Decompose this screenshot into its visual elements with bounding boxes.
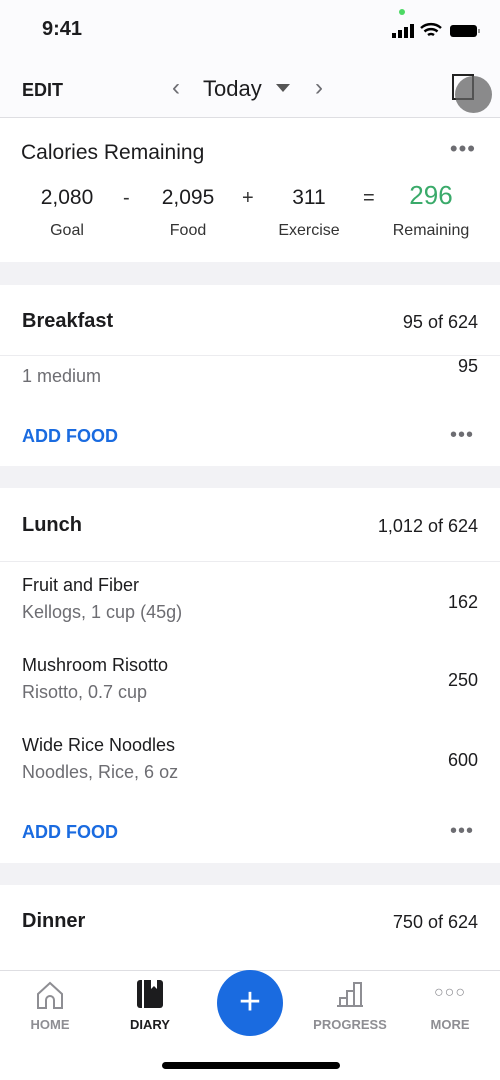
food-item[interactable]: Mushroom Risotto Risotto, 0.7 cup 250 (0, 642, 500, 722)
meal-calories: 95 of 624 (402, 312, 478, 332)
green-dot-indicator (399, 9, 405, 15)
goal-value: 2,080 (40, 186, 94, 209)
more-options-icon[interactable]: ••• (450, 424, 474, 447)
meal-title: Lunch (22, 514, 82, 536)
status-time: 9:41 (42, 18, 83, 40)
food-item[interactable]: Wide Rice Noodles Noodles, Rice, 6 oz 60… (0, 722, 500, 802)
more-icon[interactable]: ○○○ (434, 984, 466, 1002)
calories-title: Calories Remaining (21, 141, 205, 164)
food-desc: Noodles, Rice, 6 oz (22, 762, 179, 782)
equals-sign: = (363, 187, 375, 209)
food-name: Wide Rice Noodles (22, 735, 176, 755)
remaining-value: 296 (409, 180, 453, 210)
tab-home[interactable]: HOME (0, 1017, 100, 1032)
status-bar: 9:41 (0, 0, 500, 60)
food-desc: Risotto, 0.7 cup (22, 682, 148, 702)
caret-down-icon[interactable] (276, 84, 290, 92)
tab-progress[interactable]: PROGRESS (300, 1017, 400, 1032)
date-selector[interactable]: Today (203, 76, 262, 102)
exercise-value: 311 (292, 186, 326, 209)
diary-icon[interactable] (137, 980, 163, 1008)
meal-calories: 750 of 624 (392, 912, 478, 932)
add-food-button[interactable]: ADD FOOD (22, 426, 118, 447)
edit-button[interactable]: EDIT (22, 80, 63, 101)
next-day-button[interactable]: › (315, 74, 323, 102)
food-item[interactable]: Fruit and Fiber Kellogs, 1 cup (45g) 162 (0, 562, 500, 642)
home-icon[interactable] (36, 980, 64, 1010)
tab-diary[interactable]: DIARY (100, 1017, 200, 1032)
add-food-button[interactable]: ADD FOOD (22, 822, 118, 843)
more-options-icon[interactable]: ••• (450, 820, 474, 843)
exercise-label: Exercise (278, 222, 340, 239)
previous-day-button[interactable]: ‹ (172, 74, 180, 102)
remaining-label: Remaining (392, 222, 470, 239)
food-calories: 600 (447, 750, 478, 770)
food-name: Mushroom Risotto (22, 655, 169, 675)
meal-title: Breakfast (22, 310, 114, 332)
checkmark-overlay-icon (455, 76, 492, 113)
battery-icon (450, 25, 480, 37)
food-item[interactable]: 1 medium 95 (0, 356, 500, 400)
goal-label: Goal (50, 222, 84, 239)
meal-calories: 1,012 of 624 (377, 516, 478, 536)
food-name: Fruit and Fiber (22, 575, 140, 595)
food-desc: Kellogs, 1 cup (45g) (22, 602, 183, 622)
food-desc: 1 medium (22, 366, 102, 386)
food-calories: 162 (447, 592, 478, 612)
plus-sign: + (242, 187, 254, 209)
signal-icon (392, 24, 414, 38)
food-value: 2,095 (161, 186, 215, 209)
minus-sign: - (123, 187, 130, 209)
home-indicator (162, 1062, 340, 1069)
food-calories: 250 (447, 670, 478, 690)
wifi-icon (420, 23, 442, 37)
food-calories: 95 (457, 356, 478, 376)
more-options-icon[interactable]: ••• (450, 136, 476, 162)
tab-more[interactable]: MORE (400, 1017, 500, 1032)
food-label: Food (169, 222, 207, 239)
progress-icon[interactable] (336, 981, 364, 1007)
add-button[interactable]: + (217, 970, 283, 1036)
meal-title: Dinner (22, 910, 86, 932)
